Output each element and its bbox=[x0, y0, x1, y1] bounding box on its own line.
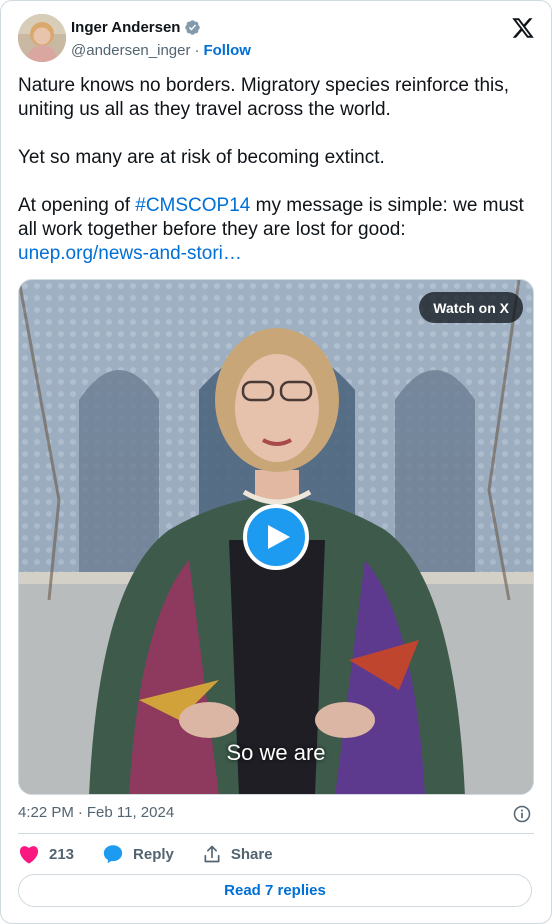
video-player[interactable]: Watch on X So we are bbox=[18, 279, 534, 795]
tweet-header: Inger Andersen @andersen_inger · Follow bbox=[18, 14, 535, 64]
author-name[interactable]: Inger Andersen bbox=[71, 19, 180, 36]
avatar[interactable] bbox=[18, 14, 66, 62]
tweet-paragraph-3: At opening of #CMSCOP14 my message is si… bbox=[18, 194, 538, 242]
video-caption: So we are bbox=[226, 740, 326, 765]
author-handle-row: @andersen_inger · Follow bbox=[71, 42, 251, 59]
handle-separator: · bbox=[194, 42, 200, 59]
tweet-time: 4:22 PM bbox=[18, 804, 74, 821]
play-icon bbox=[267, 525, 290, 549]
info-icon[interactable] bbox=[512, 804, 532, 824]
reply-icon bbox=[103, 845, 123, 864]
share-icon bbox=[204, 845, 220, 863]
avatar-image bbox=[18, 14, 66, 62]
tweet-paragraph-2: Yet so many are at risk of becoming exti… bbox=[18, 147, 385, 168]
tweet-paragraph-3-prefix: At opening of bbox=[18, 195, 136, 216]
tweet-date: Feb 11, 2024 bbox=[86, 804, 175, 821]
share-button[interactable]: Share bbox=[202, 844, 273, 864]
verified-badge-icon bbox=[185, 20, 201, 35]
hashtag-link[interactable]: #CMSCOP14 bbox=[135, 195, 250, 216]
play-button[interactable] bbox=[243, 504, 309, 570]
tweet-timestamp[interactable]: 4:22 PM · Feb 11, 2024 bbox=[18, 804, 174, 821]
reply-button[interactable]: Reply bbox=[102, 843, 174, 865]
like-button[interactable]: 213 bbox=[18, 844, 74, 864]
timestamp-separator: · bbox=[77, 804, 83, 821]
tweet-card: Inger Andersen @andersen_inger · Follow … bbox=[0, 0, 552, 924]
author-handle[interactable]: @andersen_inger bbox=[71, 42, 190, 59]
author-name-row: Inger Andersen bbox=[71, 19, 201, 36]
tweet-actions: 213 Reply Share bbox=[18, 842, 301, 866]
tweet-paragraph-1: Nature knows no borders. Migratory speci… bbox=[18, 75, 510, 120]
like-count: 213 bbox=[49, 845, 75, 863]
article-link[interactable]: unep.org/news-and-stori… bbox=[18, 243, 242, 264]
share-label: Share bbox=[230, 845, 273, 863]
read-replies-button[interactable]: Read 7 replies bbox=[18, 874, 532, 907]
reply-label: Reply bbox=[133, 845, 174, 863]
heart-icon bbox=[19, 846, 39, 864]
watch-on-x-button[interactable]: Watch on X bbox=[419, 292, 523, 323]
divider bbox=[18, 833, 534, 834]
x-logo-icon[interactable] bbox=[511, 16, 535, 40]
follow-button[interactable]: Follow bbox=[203, 42, 251, 59]
tweet-text: Nature knows no borders. Migratory speci… bbox=[18, 74, 538, 266]
